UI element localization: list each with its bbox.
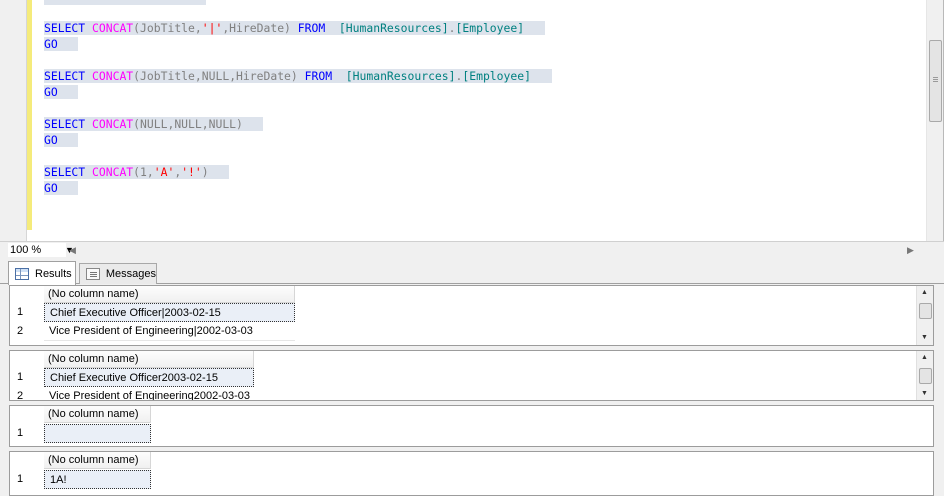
scroll-left-icon[interactable]: ◀	[69, 244, 76, 256]
row-number: 1	[17, 371, 24, 383]
tab-results[interactable]: Results	[8, 261, 76, 285]
code-token: (1,	[133, 165, 154, 179]
code-token: .	[448, 21, 456, 35]
ssms-query-window: SELECT CONCAT(JobTitle,'|',HireDate) FRO…	[0, 0, 944, 496]
results-grid-icon	[15, 267, 29, 280]
code-token: CONCAT	[92, 117, 134, 131]
code-token: ,HireDate)	[229, 69, 298, 83]
code-line[interactable]: SELECT CONCAT(JobTitle,NULL,HireDate) FR…	[44, 68, 552, 84]
code-token: (NULL,NULL,NULL)	[133, 117, 243, 131]
code-token: SELECT	[44, 69, 86, 83]
result-grid-2[interactable]: (No column name) 1 Chief Executive Offic…	[9, 350, 934, 401]
code-line[interactable]: GO	[44, 84, 79, 100]
scroll-up-icon[interactable]: ▲	[921, 289, 928, 297]
result-scrollbar[interactable]: ▲ ▼	[916, 351, 933, 400]
code-line[interactable]: GO	[44, 132, 79, 148]
query-editor[interactable]: SELECT CONCAT(JobTitle,'|',HireDate) FRO…	[0, 0, 944, 241]
tab-results-label: Results	[35, 267, 72, 280]
code-token: FROM	[304, 69, 333, 83]
code-line[interactable]: SELECT CONCAT(1,'A','!')	[44, 164, 230, 180]
code-token: GO	[44, 85, 58, 99]
code-token: CONCAT	[92, 69, 134, 83]
code-token: ,HireDate)	[222, 21, 291, 35]
table-cell[interactable]: Chief Executive Officer|2003-02-15	[44, 303, 295, 322]
scroll-down-icon[interactable]: ▼	[921, 390, 928, 398]
code-token: SELECT	[44, 165, 86, 179]
code-line[interactable]: GO	[44, 36, 79, 52]
code-token: CONCAT	[92, 165, 134, 179]
scroll-right-icon[interactable]: ▶	[907, 244, 914, 256]
code-token: (JobTitle,	[133, 69, 202, 83]
code-token: GO	[44, 133, 58, 147]
code-line[interactable]: SELECT CONCAT(NULL,NULL,NULL)	[44, 116, 264, 132]
column-header[interactable]: (No column name)	[44, 351, 254, 368]
result-scroll-thumb[interactable]	[919, 368, 932, 384]
code-line[interactable]: SELECT CONCAT(JobTitle,'|',HireDate) FRO…	[44, 20, 545, 36]
code-token: '!'	[181, 165, 202, 179]
result-grid-4[interactable]: (No column name) 1 1A!	[9, 451, 934, 496]
editor-vertical-scrollbar[interactable]	[926, 0, 943, 241]
code-token: [HumanResources]	[345, 69, 456, 83]
scroll-down-icon[interactable]: ▼	[921, 334, 928, 342]
code-token: SELECT	[44, 21, 86, 35]
zoom-value: 100 %	[10, 244, 42, 256]
result-grid-1[interactable]: (No column name) 1 Chief Executive Offic…	[9, 285, 934, 346]
code-token: [Employee]	[462, 69, 531, 83]
tab-messages-label: Messages	[105, 268, 156, 280]
editor-gutter	[0, 0, 26, 241]
result-scroll-thumb[interactable]	[919, 303, 932, 319]
table-cell[interactable]: Vice President of Engineering|2002-03-03	[44, 322, 295, 341]
code-line[interactable]: GO	[44, 180, 79, 196]
row-number: 2	[17, 325, 24, 337]
result-scrollbar[interactable]: ▲ ▼	[916, 286, 933, 345]
code-token: (JobTitle,	[133, 21, 202, 35]
table-cell[interactable]: Chief Executive Officer2003-02-15	[44, 368, 254, 387]
column-header[interactable]: (No column name)	[44, 286, 295, 303]
scroll-up-icon[interactable]: ▲	[921, 354, 928, 362]
change-tracking-bar	[27, 0, 32, 230]
code-token: FROM	[297, 21, 326, 35]
row-number: 1	[17, 427, 24, 439]
row-number: 2	[17, 390, 24, 401]
result-grid-3[interactable]: (No column name) 1	[9, 405, 934, 447]
zoom-bar: 100 % ▼ ◀ ▶	[0, 241, 944, 258]
selection-fragment	[44, 0, 206, 5]
results-tabstrip: Results Messages	[0, 259, 944, 285]
code-token: )	[201, 165, 209, 179]
code-token: CONCAT	[92, 21, 134, 35]
table-cell[interactable]	[44, 424, 151, 443]
column-header[interactable]: (No column name)	[44, 452, 151, 469]
code-token: NULL	[201, 69, 230, 83]
table-cell[interactable]: Vice President of Engineering2002-03-03	[44, 387, 254, 400]
column-header[interactable]: (No column name)	[44, 406, 151, 423]
row-number: 1	[17, 306, 24, 318]
code-token: '|'	[201, 21, 223, 35]
code-token: GO	[44, 181, 58, 195]
code-token: 'A'	[153, 165, 175, 179]
row-number: 1	[17, 473, 24, 485]
messages-icon	[86, 268, 100, 280]
tab-messages[interactable]: Messages	[79, 263, 157, 284]
table-cell[interactable]: 1A!	[44, 470, 151, 489]
code-token: GO	[44, 37, 58, 51]
code-token: SELECT	[44, 117, 86, 131]
code-token: [Employee]	[455, 21, 525, 35]
editor-scroll-thumb[interactable]	[929, 40, 942, 122]
zoom-select[interactable]: 100 % ▼	[8, 243, 74, 257]
code-token: [HumanResources]	[338, 21, 449, 35]
